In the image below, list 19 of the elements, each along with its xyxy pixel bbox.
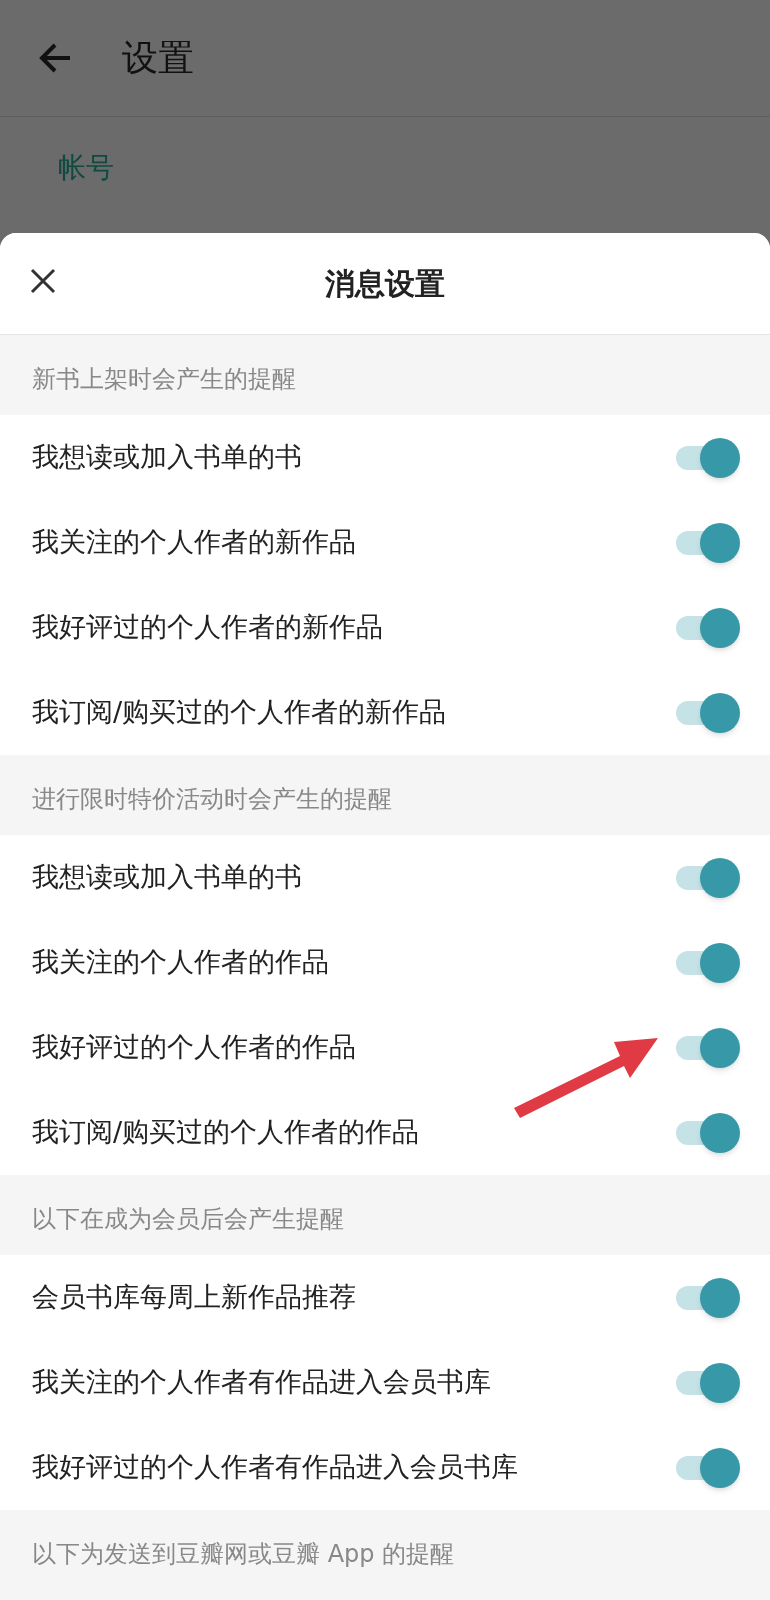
setting-label: 我关注的个人作者有作品进入会员书库	[32, 1365, 491, 1400]
setting-label: 我关注的个人作者的作品	[32, 945, 329, 980]
sheet-title: 消息设置	[325, 265, 445, 303]
setting-label: 我想读或加入书单的书	[32, 860, 302, 895]
setting-label: 我关注的个人作者的新作品	[32, 525, 356, 560]
setting-label: 会员书库每周上新作品推荐	[32, 1280, 356, 1315]
section-header: 以下在成为会员后会产生提醒	[32, 1204, 344, 1235]
setting-label: 我想读或加入书单的书	[32, 440, 302, 475]
setting-label: 我好评过的个人作者的作品	[32, 1030, 356, 1065]
setting-label: 我好评过的个人作者有作品进入会员书库	[32, 1450, 518, 1485]
setting-label: 我好评过的个人作者的新作品	[32, 610, 383, 645]
section-header: 以下为发送到豆瓣网或豆瓣 App 的提醒	[32, 1539, 455, 1570]
setting-label: 我订阅/购买过的个人作者的作品	[32, 1115, 420, 1150]
close-icon[interactable]	[30, 268, 56, 294]
section-header: 进行限时特价活动时会产生的提醒	[32, 784, 392, 815]
page-title: 设置	[122, 36, 194, 80]
section-label: 帐号	[58, 150, 115, 186]
setting-label: 我订阅/购买过的个人作者的新作品	[32, 695, 447, 730]
section-header: 新书上架时会产生的提醒	[32, 364, 296, 395]
